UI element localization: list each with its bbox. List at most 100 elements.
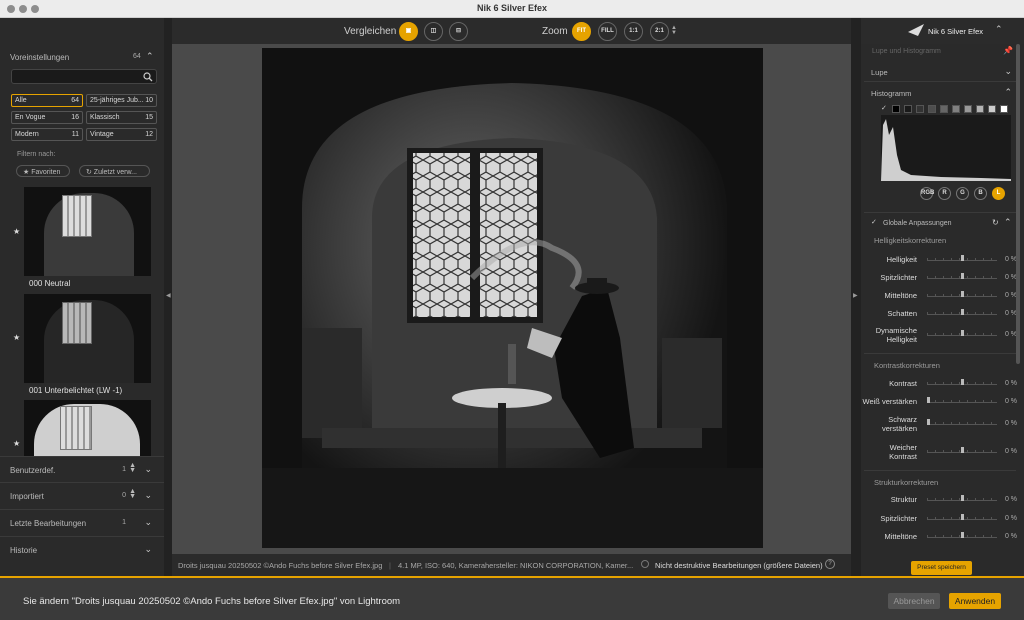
tone-swatch[interactable] bbox=[1000, 105, 1008, 113]
chip-label: Klassisch bbox=[90, 114, 120, 121]
slider-spitzlichter[interactable]: Spitzlichter 0 % bbox=[861, 272, 1021, 284]
slider-knob[interactable] bbox=[961, 330, 964, 336]
chip-en-vogue[interactable]: En Vogue 16 bbox=[11, 111, 83, 124]
collapse-right-panel-button[interactable]: ▶ bbox=[851, 18, 861, 576]
nondestructive-checkbox[interactable] bbox=[641, 560, 649, 568]
preset-save-button[interactable]: Preset speichern bbox=[911, 561, 972, 575]
slider-weiss-verstaerken[interactable]: Weiß verstärken 0 % bbox=[861, 396, 1021, 408]
chevron-down-icon[interactable]: ⌄ bbox=[144, 517, 152, 528]
favorite-star-icon[interactable]: ★ bbox=[13, 227, 20, 236]
slider-knob[interactable] bbox=[961, 495, 964, 501]
preset-thumbnail-3[interactable] bbox=[24, 400, 151, 456]
chevron-down-icon[interactable]: ⌄ bbox=[144, 490, 152, 501]
section-lupe[interactable]: Lupe ⌄ bbox=[864, 62, 1016, 82]
channel-r-button[interactable]: R bbox=[938, 187, 951, 200]
slider-knob[interactable] bbox=[927, 419, 930, 425]
chip-count: 11 bbox=[71, 131, 79, 138]
chevron-up-icon[interactable]: ⌃ bbox=[1004, 217, 1012, 228]
slider-knob[interactable] bbox=[961, 532, 964, 538]
slider-struktur[interactable]: Struktur 0 % bbox=[861, 494, 1021, 506]
zoom-fit-button[interactable]: FIT bbox=[572, 22, 591, 41]
compare-side-by-side-button[interactable]: ⊟ bbox=[449, 22, 468, 41]
section-label: Importiert bbox=[10, 492, 44, 501]
zoom-stepper-icon[interactable]: ▲ ▼ bbox=[671, 25, 677, 36]
compare-single-view-button[interactable]: ▣ bbox=[399, 22, 418, 41]
section-histogram[interactable]: Histogramm ⌃ bbox=[864, 83, 1016, 103]
apply-button[interactable]: Anwenden bbox=[949, 593, 1001, 609]
tone-swatch[interactable] bbox=[916, 105, 924, 113]
channel-g-button[interactable]: G bbox=[956, 187, 969, 200]
slider-knob[interactable] bbox=[961, 273, 964, 279]
slider-knob[interactable] bbox=[961, 291, 964, 297]
tone-swatch[interactable] bbox=[952, 105, 960, 113]
chip-klassisch[interactable]: Klassisch 15 bbox=[86, 111, 157, 124]
cancel-button[interactable]: Abbrechen bbox=[888, 593, 940, 609]
slider-schatten[interactable]: Schatten 0 % bbox=[861, 308, 1021, 320]
preset-search-input[interactable] bbox=[11, 69, 157, 84]
tone-swatch[interactable] bbox=[928, 105, 936, 113]
tone-swatch[interactable] bbox=[940, 105, 948, 113]
chip-vintage[interactable]: Vintage 12 bbox=[86, 128, 157, 141]
preset-thumbnail-neutral[interactable] bbox=[24, 187, 151, 276]
zoom-1-1-button[interactable]: 1:1 bbox=[624, 22, 643, 41]
slider-schwarz-verstaerken[interactable]: Schwarz verstärken 0 % bbox=[861, 414, 1021, 436]
presets-header[interactable]: Voreinstellungen bbox=[10, 53, 69, 62]
filter-favorites-button[interactable]: ★ Favoriten bbox=[16, 165, 70, 177]
right-panel-scrollbar[interactable] bbox=[1016, 44, 1020, 364]
slider-struktur-mitteltoene[interactable]: Mitteltöne 0 % bbox=[861, 531, 1021, 543]
slider-knob[interactable] bbox=[961, 309, 964, 315]
slider-struktur-spitzlichter[interactable]: Spitzlichter 0 % bbox=[861, 513, 1021, 525]
tone-swatch[interactable] bbox=[964, 105, 972, 113]
compare-split-view-button[interactable]: ◫ bbox=[424, 22, 443, 41]
favorite-star-icon[interactable]: ★ bbox=[13, 333, 20, 342]
tone-swatch[interactable] bbox=[892, 105, 900, 113]
global-enable-checkbox[interactable]: ✓ bbox=[871, 218, 877, 226]
section-count: 1 bbox=[122, 466, 126, 473]
tone-swatch[interactable] bbox=[988, 105, 996, 113]
zoom-fill-button[interactable]: FILL bbox=[598, 22, 617, 41]
chip-modern[interactable]: Modern 11 bbox=[11, 128, 83, 141]
chevron-down-icon[interactable]: ⌄ bbox=[144, 544, 152, 555]
reset-icon[interactable]: ↻ bbox=[992, 218, 999, 227]
chip-alle[interactable]: Alle 64 bbox=[11, 94, 83, 107]
section-letzte-bearbeitungen[interactable]: Letzte Bearbeitungen 1 ⌄ bbox=[0, 509, 164, 535]
zoom-2-1-button[interactable]: 2:1 bbox=[650, 22, 669, 41]
slider-track[interactable] bbox=[927, 397, 997, 403]
section-count: 1 bbox=[122, 519, 126, 526]
chip-count: 12 bbox=[145, 131, 153, 138]
slider-dynamische-helligkeit[interactable]: Dynamische Helligkeit 0 % bbox=[861, 325, 1021, 347]
section-label: Benutzerdef. bbox=[10, 466, 56, 475]
tone-swatch[interactable] bbox=[976, 105, 984, 113]
channel-b-button[interactable]: B bbox=[974, 187, 987, 200]
pin-icon[interactable]: 📌 bbox=[1003, 46, 1013, 55]
slider-kontrast[interactable]: Kontrast 0 % bbox=[861, 378, 1021, 390]
slider-knob[interactable] bbox=[961, 447, 964, 453]
preset-thumbnail-underexposed[interactable] bbox=[24, 294, 151, 383]
section-historie[interactable]: Historie ⌄ bbox=[0, 536, 164, 562]
filter-recent-button[interactable]: ↻ Zuletzt verw... bbox=[79, 165, 150, 177]
collapse-all-icon[interactable]: ⌃ bbox=[995, 24, 1003, 35]
channel-l-button[interactable]: L bbox=[992, 187, 1005, 200]
slider-knob[interactable] bbox=[961, 255, 964, 261]
main-photo[interactable] bbox=[262, 48, 763, 548]
slider-helligkeit[interactable]: Helligkeit 0 % bbox=[861, 254, 1021, 266]
chip-25-jubilaeum[interactable]: 25-jähriges Jub... 10 bbox=[86, 94, 157, 107]
slider-weicher-kontrast[interactable]: Weicher Kontrast 0 % bbox=[861, 442, 1021, 464]
favorite-star-icon[interactable]: ★ bbox=[13, 439, 20, 448]
chevron-down-icon[interactable]: ⌄ bbox=[144, 464, 152, 475]
tone-swatch[interactable] bbox=[904, 105, 912, 113]
section-benutzerdef[interactable]: Benutzerdef. 1 ▲ ▼ ⌄ bbox=[0, 456, 164, 482]
channel-rgb-button[interactable]: RGB bbox=[920, 187, 934, 200]
sort-updown-icon[interactable]: ▲ ▼ bbox=[129, 462, 136, 474]
help-icon[interactable]: ? bbox=[825, 559, 835, 569]
collapse-left-panel-button[interactable]: ◀ bbox=[164, 18, 172, 576]
slider-mitteltoene[interactable]: Mitteltöne 0 % bbox=[861, 290, 1021, 302]
chevron-up-icon[interactable]: ⌃ bbox=[146, 51, 154, 62]
section-importiert[interactable]: Importiert 0 ▲ ▼ ⌄ bbox=[0, 482, 164, 508]
slider-knob[interactable] bbox=[961, 379, 964, 385]
slider-knob[interactable] bbox=[961, 514, 964, 520]
clip-check-icon[interactable]: ✓ bbox=[881, 104, 887, 112]
slider-knob[interactable] bbox=[927, 397, 930, 403]
sort-updown-icon[interactable]: ▲ ▼ bbox=[129, 488, 136, 500]
slider-track[interactable] bbox=[927, 419, 997, 425]
